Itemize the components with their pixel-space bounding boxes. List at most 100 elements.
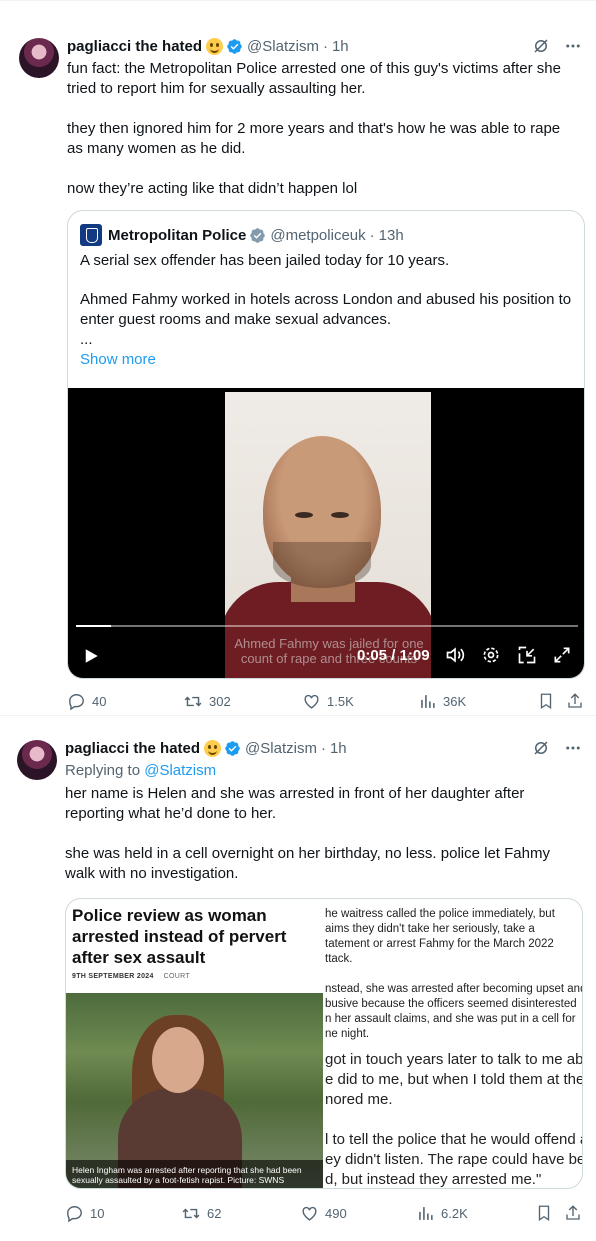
video-controls: 0:05 / 1:09 [68,641,584,671]
reply-button[interactable]: 10 [65,1204,104,1223]
action-bar: 10 62 490 6.2K [65,1202,584,1224]
views-chart-icon [421,694,435,708]
timestamp[interactable]: 1h [330,740,347,757]
avatar[interactable] [19,38,59,78]
reply-button[interactable]: 40 [67,692,106,711]
quoted-tweet[interactable]: Metropolitan Police @metpoliceuk · 13h A… [67,210,585,679]
met-police-logo-icon[interactable] [80,224,102,246]
tweet-paragraph: fun fact: the Metropolitan Police arrest… [67,60,561,97]
heart-icon [302,1206,317,1221]
bookmark-icon [540,693,552,710]
more-options-icon[interactable] [564,37,582,55]
author-handle[interactable]: @Slatzism [247,38,319,55]
bookmark-button[interactable] [535,1204,553,1222]
timestamp[interactable]: 1h [332,38,349,55]
verified-badge-icon [250,227,266,243]
tweet-paragraph: they then ignored him for 2 more years a… [67,120,561,157]
like-count: 490 [325,1205,347,1221]
action-bar: 40 302 1.5K 36K [67,690,584,712]
verified-badge-icon [225,740,240,756]
quoted-author-name[interactable]: Metropolitan Police [108,227,246,244]
share-icon [568,693,582,708]
separator-dot: · [369,226,375,244]
avatar[interactable] [17,740,57,780]
views-chart-icon [419,1206,433,1220]
article-left-column: Police review as woman arrested instead … [66,899,323,1188]
views-count: 36K [443,693,467,709]
article-headline: Police review as woman arrested instead … [72,906,287,967]
repost-count: 62 [207,1205,222,1221]
show-more-link[interactable]: Show more [80,351,156,368]
repost-count: 302 [209,693,231,709]
like-button[interactable]: 1.5K [302,692,354,711]
heart-icon [304,694,319,709]
like-button[interactable]: 490 [300,1204,347,1223]
article-date: 9TH SEPTEMBER 2024 [72,973,154,980]
settings-icon[interactable] [481,645,501,665]
video-timecode: 0:05 / 1:09 [357,647,430,664]
repost-icon [182,1208,200,1218]
share-button[interactable] [566,692,584,710]
fullscreen-icon[interactable] [552,645,572,665]
more-options-icon[interactable] [564,739,582,757]
article-dateline: 9TH SEPTEMBER 2024 COURT [72,973,190,980]
like-count: 1.5K [327,693,354,709]
quoted-tweet-text: A serial sex offender has been jailed to… [80,251,572,350]
article-section: COURT [163,973,190,980]
reply-icon [67,1205,82,1222]
separator-dot: · [322,37,328,55]
bookmark-button[interactable] [537,692,555,710]
grok-icon[interactable] [532,37,550,55]
repost-button[interactable]: 62 [181,1204,221,1223]
share-button[interactable] [564,1204,582,1222]
smile-emoji-icon [206,37,224,55]
tweet[interactable]: pagliacci the hated @Slatzism · 1h Reply… [0,716,596,1241]
tweet-paragraph: her name is Helen and she was arrested i… [65,785,525,822]
article-photo: Helen Ingham was arrested after reportin… [66,993,323,1188]
tweet-header: pagliacci the hated @Slatzism · 1h [65,737,582,759]
verified-badge-icon [227,38,242,54]
photo-caption: Helen Ingham was arrested after reportin… [66,1160,323,1188]
quoted-paragraph: Ahmed Fahmy worked in hotels across Lond… [80,291,572,328]
volume-icon[interactable] [445,645,465,665]
reply-count: 10 [90,1205,105,1221]
replying-to-handle[interactable]: @Slatzism [144,762,216,779]
bookmark-icon [538,1205,550,1222]
replying-to-label: Replying to [65,762,141,779]
separator-dot: · [320,739,326,757]
share-icon [566,1205,580,1220]
replying-to: Replying to @Slatzism [65,762,216,779]
article-body: he waitress called the police immediatel… [323,899,583,1188]
tweet-text: fun fact: the Metropolitan Police arrest… [67,59,580,219]
author-name[interactable]: pagliacci the hated [67,38,202,55]
reply-count: 40 [92,693,107,709]
tweet-text: her name is Helen and she was arrested i… [65,784,580,904]
reply-icon [69,693,84,710]
views-button[interactable]: 36K [418,692,466,711]
repost-icon [184,696,202,706]
smile-emoji-icon [204,739,222,757]
article-screenshot-image[interactable]: Police review as woman arrested instead … [65,898,583,1189]
tweet-header: pagliacci the hated @Slatzism · 1h [67,35,582,57]
views-count: 6.2K [441,1205,468,1221]
article-body-quote: got in touch years later to talk to me a… [325,1051,583,1188]
tweet-paragraph: now they’re acting like that didn’t happ… [67,180,358,197]
tweet-paragraph: she was held in a cell overnight on her … [65,845,550,882]
repost-button[interactable]: 302 [183,692,231,711]
video-progress-bar[interactable] [76,625,578,627]
video-player[interactable]: Ahmed Fahmy was jailed for one count of … [68,388,584,678]
video-progress-fill [76,625,112,627]
quoted-timestamp[interactable]: 13h [379,227,404,244]
quoted-paragraph: A serial sex offender has been jailed to… [80,252,450,269]
views-button[interactable]: 6.2K [416,1204,468,1223]
picture-in-picture-icon[interactable] [517,645,537,665]
author-name[interactable]: pagliacci the hated [65,740,200,757]
article-body-small: he waitress called the police immediatel… [325,908,582,1040]
play-icon[interactable] [82,647,100,665]
author-handle[interactable]: @Slatzism [245,740,317,757]
tweet[interactable]: pagliacci the hated @Slatzism · 1h fun f… [0,0,596,716]
quoted-ellipsis: ... [80,331,93,348]
grok-icon[interactable] [532,739,550,757]
quoted-author-handle[interactable]: @metpoliceuk [270,227,365,244]
quoted-tweet-header: Metropolitan Police @metpoliceuk · 13h [80,224,404,246]
